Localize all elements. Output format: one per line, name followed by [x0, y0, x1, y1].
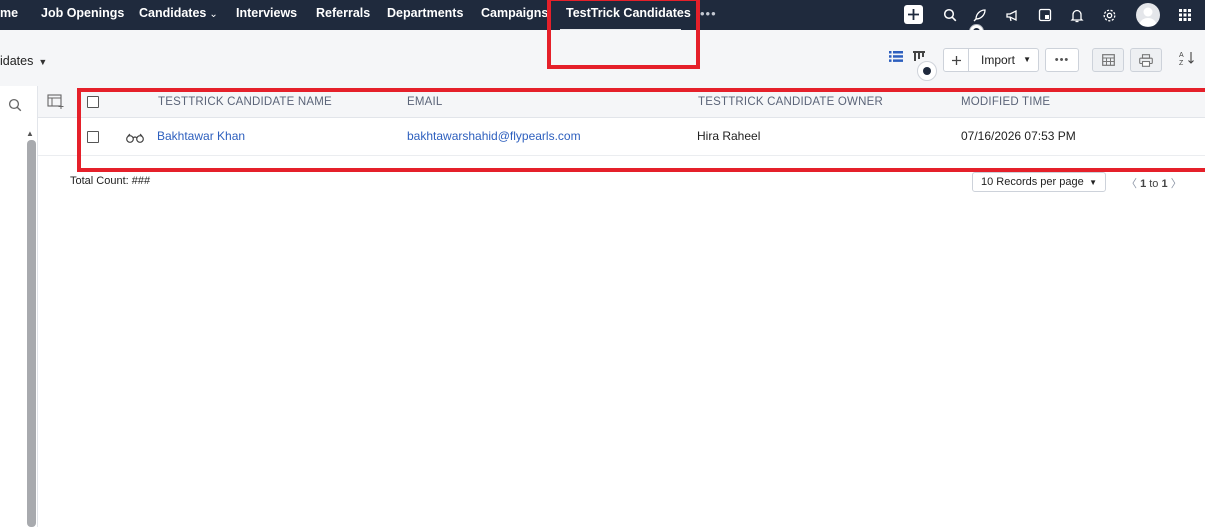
page-to-word: to — [1149, 178, 1159, 190]
scroll-up-arrow-icon[interactable]: ▲ — [26, 129, 34, 138]
nav-item-home[interactable]: me — [0, 0, 18, 30]
user-avatar-icon — [1139, 7, 1157, 26]
view-selector[interactable]: idates ▼ — [0, 54, 47, 68]
plus-icon — [951, 55, 961, 65]
sort-button[interactable]: AZ — [1179, 50, 1195, 71]
announcement-button[interactable] — [1001, 4, 1023, 26]
nav-item-job-openings[interactable]: Job Openings — [41, 0, 124, 30]
nav-more-button[interactable]: ••• — [700, 6, 717, 21]
table-settings-icon — [1101, 54, 1115, 66]
column-chooser-icon — [47, 94, 64, 109]
nav-item-candidates-label: Candidates — [139, 6, 207, 20]
cursor-marker — [917, 61, 937, 81]
printer-icon — [1139, 53, 1153, 67]
pagination: 〈 1 to 1 〉 — [1126, 175, 1182, 191]
settings-button[interactable] — [1098, 4, 1120, 26]
caret-down-icon: ▼ — [38, 57, 48, 67]
quick-create-button[interactable] — [904, 5, 923, 24]
import-label: Import — [981, 53, 1016, 67]
print-button[interactable] — [1130, 48, 1162, 72]
svg-text:A: A — [1179, 52, 1184, 59]
view-title: idates — [0, 54, 34, 68]
next-page-icon[interactable]: 〉 — [1171, 178, 1182, 190]
caret-down-icon: ▼ — [1089, 178, 1097, 187]
gear-icon — [1103, 9, 1115, 21]
apps-button[interactable] — [1174, 4, 1196, 26]
import-button[interactable]: Import ▼ — [968, 48, 1039, 72]
records-per-page-label: 10 Records per page — [981, 176, 1084, 188]
rocket-button[interactable] — [968, 4, 990, 26]
nav-item-interviews[interactable]: Interviews — [236, 0, 297, 30]
calendar-button[interactable] — [1034, 4, 1056, 26]
highlight-box-table — [77, 88, 1205, 172]
page: me Job Openings Candidates ⌄ Interviews R… — [0, 0, 1205, 527]
bell-icon — [1070, 9, 1084, 22]
more-actions-button[interactable]: ••• — [1045, 48, 1079, 72]
notifications-button[interactable] — [1066, 4, 1088, 26]
nav-item-departments[interactable]: Departments — [387, 0, 463, 30]
sort-az-icon: AZ — [1179, 52, 1194, 67]
chevron-down-icon: ⌄ — [209, 9, 218, 20]
column-chooser-button[interactable] — [47, 94, 64, 114]
search-button[interactable] — [939, 4, 961, 26]
add-record-button[interactable] — [943, 48, 969, 72]
search-icon — [943, 8, 957, 22]
search-icon — [8, 98, 22, 112]
avatar[interactable] — [1136, 3, 1160, 27]
rocket-icon — [973, 8, 986, 21]
nav-item-campaigns[interactable]: Campaigns — [481, 0, 548, 30]
caret-down-icon: ▼ — [1023, 55, 1031, 64]
svg-text:Z: Z — [1179, 60, 1184, 66]
highlight-box-tab — [547, 0, 700, 69]
total-count: Total Count: ### — [70, 175, 151, 187]
previous-page-icon[interactable]: 〈 — [1126, 178, 1137, 190]
plus-icon — [908, 9, 919, 20]
records-per-page-select[interactable]: 10 Records per page ▼ — [972, 172, 1106, 192]
scrollbar[interactable] — [27, 140, 36, 527]
list-view-icon — [889, 51, 903, 62]
page-to: 1 — [1161, 178, 1168, 190]
calendar-icon — [1038, 8, 1052, 22]
filter-search-button[interactable] — [8, 98, 22, 117]
nav-item-candidates[interactable]: Candidates ⌄ — [139, 0, 218, 30]
page-from: 1 — [1140, 178, 1147, 190]
table-settings-button[interactable] — [1092, 48, 1124, 72]
list-view-button[interactable] — [889, 50, 903, 68]
nav-item-referrals[interactable]: Referrals — [316, 0, 370, 30]
apps-grid-icon — [1179, 9, 1191, 21]
megaphone-icon — [1005, 9, 1017, 21]
